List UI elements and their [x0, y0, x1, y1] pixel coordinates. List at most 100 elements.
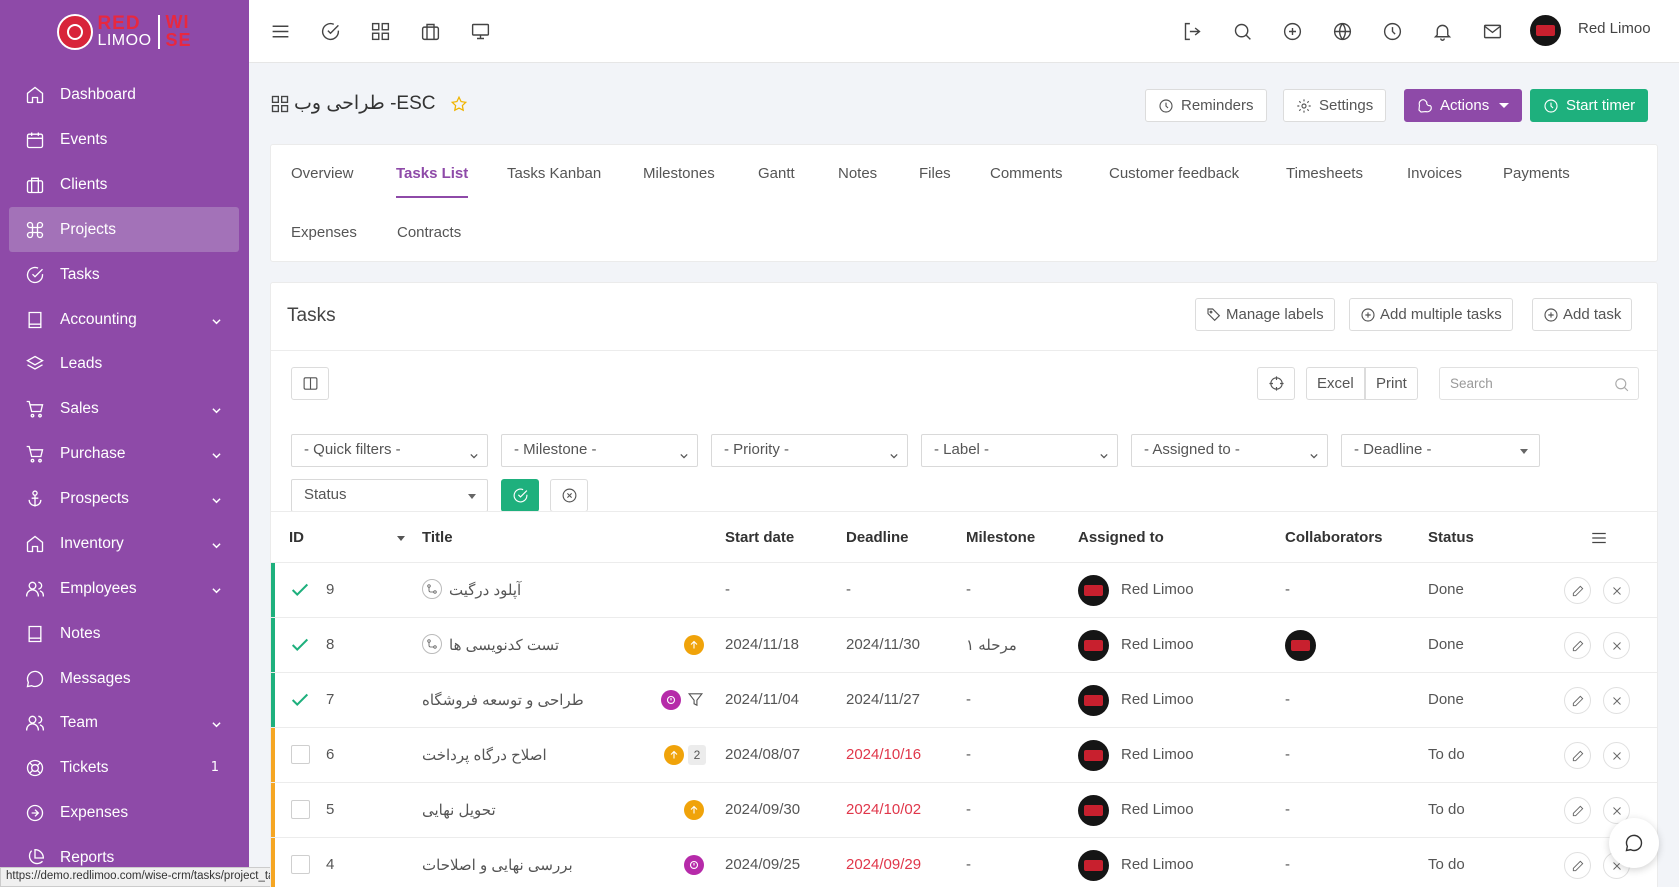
table-row[interactable]: 4 بررسی نهایی و اصلاحات 2024/09/25 2024/… [271, 838, 1657, 887]
avatar[interactable] [1078, 795, 1109, 826]
sidebar-item-expenses[interactable]: Expenses [9, 790, 239, 835]
edit-button[interactable] [1564, 742, 1591, 769]
sidebar-item-inventory[interactable]: Inventory [9, 521, 239, 566]
clear-filters-button[interactable] [550, 479, 588, 512]
column-toggle-button[interactable] [291, 367, 329, 400]
edit-button[interactable] [1564, 632, 1591, 659]
col-status[interactable]: Status [1428, 529, 1474, 546]
search-icon[interactable] [1230, 19, 1254, 43]
user-name[interactable]: Red Limoo [1578, 20, 1651, 37]
sidebar-item-clients[interactable]: Clients [9, 162, 239, 207]
user-avatar[interactable] [1530, 15, 1561, 46]
sidebar-item-notes[interactable]: Notes [9, 611, 239, 656]
delete-button[interactable] [1603, 742, 1630, 769]
milestone-filter-select[interactable]: - Milestone - [501, 434, 698, 467]
menu-icon[interactable] [1590, 529, 1608, 547]
settings-button[interactable]: Settings [1283, 89, 1387, 122]
avatar[interactable] [1078, 850, 1109, 881]
col-collaborators[interactable]: Collaborators [1285, 529, 1383, 546]
bell-icon[interactable] [1430, 19, 1454, 43]
task-status[interactable]: To do [1428, 746, 1465, 763]
table-row[interactable]: 6 اصلاح درگاه پرداخت 2 2024/08/07 2024/1… [271, 728, 1657, 783]
task-title[interactable]: طراحی و توسعه فروشگاه [422, 691, 584, 709]
avatar[interactable] [1078, 630, 1109, 661]
task-status[interactable]: Done [1428, 636, 1464, 653]
tab-files[interactable]: Files [919, 165, 951, 182]
briefcase-icon[interactable] [418, 19, 442, 43]
tab-gantt[interactable]: Gantt [758, 165, 795, 182]
avatar[interactable] [1078, 575, 1109, 606]
sidebar-item-sales[interactable]: Sales [9, 386, 239, 431]
tab-notes[interactable]: Notes [838, 165, 877, 182]
delete-button[interactable] [1603, 632, 1630, 659]
assignee-name[interactable]: Red Limoo [1121, 746, 1194, 763]
print-button[interactable]: Print [1365, 367, 1418, 400]
task-title[interactable]: تحویل نهایی [422, 801, 496, 819]
manage-labels-button[interactable]: Manage labels [1195, 298, 1335, 331]
sidebar-item-projects[interactable]: Projects [9, 207, 239, 252]
done-check-icon[interactable] [289, 579, 311, 601]
chat-widget-button[interactable] [1609, 818, 1659, 868]
globe-icon[interactable] [1330, 19, 1354, 43]
task-checkbox[interactable] [291, 800, 310, 819]
task-checkbox[interactable] [291, 745, 310, 764]
table-row[interactable]: 5 تحویل نهایی 2024/09/30 2024/10/02 - Re… [271, 783, 1657, 838]
brand-logo[interactable]: RED LIMOO WI SE [0, 0, 249, 63]
col-title[interactable]: Title [422, 529, 453, 546]
apply-filters-button[interactable] [501, 479, 539, 512]
col-assigned-to[interactable]: Assigned to [1078, 529, 1164, 546]
logout-icon[interactable] [1180, 19, 1204, 43]
tab-overview[interactable]: Overview [291, 165, 354, 182]
col-milestone[interactable]: Milestone [966, 529, 1035, 546]
done-check-icon[interactable] [289, 634, 311, 656]
menu-icon[interactable] [268, 19, 292, 43]
task-title[interactable]: آپلود درگیت [449, 581, 521, 599]
col-id[interactable]: ID [289, 529, 304, 546]
delete-button[interactable] [1603, 687, 1630, 714]
deadline-filter-select[interactable]: - Deadline - [1341, 434, 1540, 467]
status-filter-select[interactable]: Status [291, 479, 488, 512]
tab-invoices[interactable]: Invoices [1407, 165, 1462, 182]
sidebar-item-tasks[interactable]: Tasks [9, 252, 239, 297]
assigned-to-filter-select[interactable]: - Assigned to - [1131, 434, 1328, 467]
sidebar-item-team[interactable]: Team [9, 700, 239, 745]
clock-icon[interactable] [1380, 19, 1404, 43]
tab-tasks-list[interactable]: Tasks List [396, 165, 469, 198]
assignee-name[interactable]: Red Limoo [1121, 581, 1194, 598]
tab-milestones[interactable]: Milestones [643, 165, 715, 182]
task-checkbox[interactable] [291, 855, 310, 874]
search-input[interactable]: Search [1439, 367, 1639, 400]
sidebar-item-messages[interactable]: Messages [9, 656, 239, 701]
tab-expenses[interactable]: Expenses [291, 224, 357, 241]
tab-payments[interactable]: Payments [1503, 165, 1570, 182]
add-multiple-tasks-button[interactable]: Add multiple tasks [1349, 298, 1513, 331]
task-status[interactable]: To do [1428, 801, 1465, 818]
check-circle-icon[interactable] [318, 19, 342, 43]
task-status[interactable]: To do [1428, 856, 1465, 873]
excel-button[interactable]: Excel [1306, 367, 1365, 400]
edit-button[interactable] [1564, 577, 1591, 604]
task-title[interactable]: بررسی نهایی و اصلاحات [422, 856, 573, 874]
table-row[interactable]: 7 طراحی و توسعه فروشگاه 2024/11/04 2024/… [271, 673, 1657, 728]
plus-circle-icon[interactable] [1280, 19, 1304, 43]
label-filter-select[interactable]: - Label - [921, 434, 1118, 467]
table-row[interactable]: 9 آپلود درگیت - - - Red Limoo - Done [271, 563, 1657, 618]
sidebar-item-tickets[interactable]: Tickets 1 [9, 745, 239, 790]
assignee-name[interactable]: Red Limoo [1121, 801, 1194, 818]
sidebar-item-accounting[interactable]: Accounting [9, 297, 239, 342]
delete-button[interactable] [1603, 577, 1630, 604]
mail-icon[interactable] [1480, 19, 1504, 43]
sidebar-item-dashboard[interactable]: Dashboard [9, 72, 239, 117]
avatar[interactable] [1078, 685, 1109, 716]
tab-contracts[interactable]: Contracts [397, 224, 461, 241]
task-status[interactable]: Done [1428, 691, 1464, 708]
monitor-icon[interactable] [468, 19, 492, 43]
done-check-icon[interactable] [289, 689, 311, 711]
col-deadline[interactable]: Deadline [846, 529, 909, 546]
actions-dropdown-button[interactable]: Actions [1404, 89, 1523, 122]
tab-customer-feedback[interactable]: Customer feedback [1109, 165, 1239, 182]
star-icon[interactable] [450, 95, 468, 113]
table-row[interactable]: 8 تست کدنویسی ها 2024/11/18 2024/11/30 م… [271, 618, 1657, 673]
start-timer-button[interactable]: Start timer [1530, 89, 1649, 122]
task-title[interactable]: اصلاح درگاه پرداخت [422, 746, 547, 764]
